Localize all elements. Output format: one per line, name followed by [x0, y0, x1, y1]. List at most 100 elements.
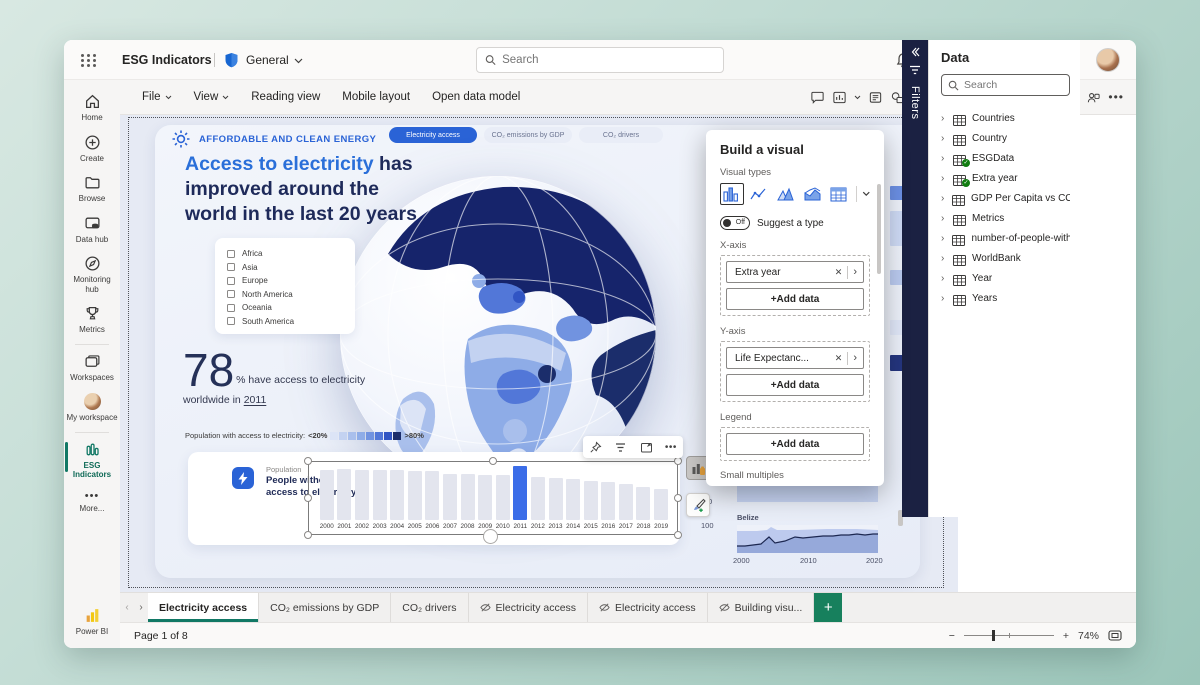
- legend-add-data-button[interactable]: +Add data: [726, 433, 864, 455]
- population-bar-cell[interactable]: 2005: [406, 460, 424, 530]
- population-bar[interactable]: [337, 469, 351, 520]
- checkbox-icon[interactable]: [227, 290, 235, 298]
- data-field-number-of-people-with[interactable]: ›number-of-people-with...: [941, 228, 1070, 248]
- checkbox-icon[interactable]: [227, 263, 235, 271]
- more-visual-types-chevron[interactable]: [862, 191, 871, 197]
- global-search[interactable]: [476, 47, 724, 73]
- data-field-extra-year[interactable]: ›✓Extra year: [941, 168, 1070, 188]
- visual-type-stacked-area[interactable]: [800, 183, 824, 205]
- data-field-metrics[interactable]: ›Metrics: [941, 208, 1070, 228]
- visual-drag-handle[interactable]: [483, 529, 498, 544]
- population-bar-cell[interactable]: 2007: [441, 460, 459, 530]
- account-avatar[interactable]: [1096, 48, 1120, 72]
- visual-type-area-chart[interactable]: [773, 183, 797, 205]
- page-tab-electricity-access-hidden[interactable]: Electricity access: [469, 593, 589, 622]
- region-option-north-america[interactable]: North America: [227, 288, 343, 302]
- menu-mobile-layout[interactable]: Mobile layout: [342, 91, 410, 103]
- population-bar[interactable]: [496, 475, 510, 520]
- report-tab-electricity-access[interactable]: Electricity access: [389, 127, 477, 143]
- population-bar[interactable]: [478, 475, 492, 520]
- field-options-chevron[interactable]: ›: [853, 353, 857, 363]
- population-bar-cell[interactable]: 2019: [652, 460, 670, 530]
- expand-chevron-icon[interactable]: ›: [941, 213, 947, 224]
- expand-chevron-icon[interactable]: ›: [941, 253, 947, 264]
- region-option-africa[interactable]: Africa: [227, 247, 343, 261]
- population-bar[interactable]: [443, 474, 457, 520]
- population-bar-cell[interactable]: 2014: [564, 460, 582, 530]
- data-search-box[interactable]: [941, 74, 1070, 96]
- page-tab-co2-drivers[interactable]: CO₂ drivers: [391, 593, 468, 622]
- sidebar-item-more[interactable]: ••• More...: [64, 486, 120, 520]
- expand-chevron-icon[interactable]: ›: [941, 113, 947, 124]
- population-bar-cell[interactable]: 2010: [494, 460, 512, 530]
- report-canvas[interactable]: AFFORDABLE AND CLEAN ENERGY Electricity …: [120, 115, 958, 592]
- more-options-icon[interactable]: •••: [1108, 90, 1124, 104]
- zoom-out-button[interactable]: −: [949, 630, 955, 642]
- population-bar[interactable]: [513, 466, 527, 520]
- region-filter-card[interactable]: Africa Asia Europe North America Oceania…: [215, 238, 355, 334]
- app-launcher-icon[interactable]: [76, 47, 102, 73]
- data-search-input[interactable]: [964, 79, 1063, 91]
- population-bar[interactable]: [584, 481, 598, 520]
- resize-handle-w[interactable]: [304, 494, 312, 502]
- population-bar[interactable]: [425, 471, 439, 520]
- chevron-down-icon[interactable]: [294, 58, 303, 64]
- region-option-europe[interactable]: Europe: [227, 274, 343, 288]
- sidebar-item-browse[interactable]: Browse: [64, 169, 120, 210]
- menu-open-data-model[interactable]: Open data model: [432, 91, 520, 103]
- expand-pane-icon[interactable]: [910, 47, 920, 57]
- filter-icon[interactable]: [909, 65, 921, 76]
- menu-file[interactable]: File: [142, 91, 172, 103]
- report-tab-co2-emissions[interactable]: CO₂ emissions by GDP: [484, 127, 572, 143]
- stat-year-link[interactable]: 2011: [244, 394, 267, 406]
- visual-type-column-chart[interactable]: [720, 183, 744, 205]
- tab-scroll-right[interactable]: ›: [134, 593, 148, 622]
- sidebar-item-data-hub[interactable]: Data hub: [64, 210, 120, 251]
- population-bar[interactable]: [408, 471, 422, 520]
- report-tab-co2-drivers[interactable]: CO₂ drivers: [579, 127, 663, 143]
- checkbox-icon[interactable]: [227, 250, 235, 258]
- workspace-badge[interactable]: General: [246, 53, 289, 67]
- menu-reading-view[interactable]: Reading view: [251, 91, 320, 103]
- visuals-icon[interactable]: [832, 90, 847, 105]
- sidebar-item-workspaces[interactable]: Workspaces: [64, 348, 120, 389]
- population-bar[interactable]: [531, 477, 545, 520]
- visual-type-line-chart[interactable]: [747, 183, 771, 205]
- population-bar-cell[interactable]: 2009: [476, 460, 494, 530]
- page-tab-co2-emissions[interactable]: CO₂ emissions by GDP: [259, 593, 391, 622]
- sidebar-item-monitoring-hub[interactable]: Monitoring hub: [64, 250, 120, 300]
- population-bar-cell[interactable]: 2017: [617, 460, 635, 530]
- population-bar[interactable]: [654, 489, 668, 520]
- remove-field-icon[interactable]: ✕: [835, 267, 843, 278]
- population-bar-cell[interactable]: 2002: [353, 460, 371, 530]
- population-bar-cell[interactable]: 2004: [388, 460, 406, 530]
- expand-chevron-icon[interactable]: ›: [941, 133, 947, 144]
- population-bar[interactable]: [619, 484, 633, 520]
- new-page-button[interactable]: +: [814, 593, 842, 622]
- region-option-asia[interactable]: Asia: [227, 261, 343, 275]
- resize-handle-e[interactable]: [674, 494, 682, 502]
- sidebar-item-my-workspace[interactable]: My workspace: [64, 388, 120, 429]
- region-option-south-america[interactable]: South America: [227, 315, 343, 329]
- population-bar-cell[interactable]: 2008: [459, 460, 477, 530]
- resize-handle-n[interactable]: [489, 457, 497, 465]
- filters-pane-label[interactable]: Filters: [909, 86, 921, 119]
- zoom-slider[interactable]: [964, 635, 1054, 636]
- population-bar[interactable]: [566, 479, 580, 520]
- checkbox-icon[interactable]: [227, 317, 235, 325]
- population-bar-cell[interactable]: 2016: [600, 460, 618, 530]
- on-object-format-button[interactable]: [686, 493, 710, 517]
- sidebar-item-esg-indicators[interactable]: ESG Indicators: [64, 436, 120, 486]
- resize-handle-ne[interactable]: [674, 457, 682, 465]
- chevron-down-icon[interactable]: [854, 95, 861, 100]
- data-field-esgdata[interactable]: ›✓ESGData: [941, 148, 1070, 168]
- text-box-icon[interactable]: [868, 90, 883, 105]
- expand-chevron-icon[interactable]: ›: [941, 273, 947, 284]
- checkbox-icon[interactable]: [227, 304, 235, 312]
- visual-type-matrix[interactable]: [827, 183, 851, 205]
- filter-visual-icon[interactable]: [614, 441, 627, 454]
- sidebar-item-metrics[interactable]: Metrics: [64, 300, 120, 341]
- population-bar[interactable]: [636, 487, 650, 520]
- population-bar-cell[interactable]: 2012: [529, 460, 547, 530]
- field-pill-extra-year[interactable]: Extra year ✕ ›: [726, 261, 864, 283]
